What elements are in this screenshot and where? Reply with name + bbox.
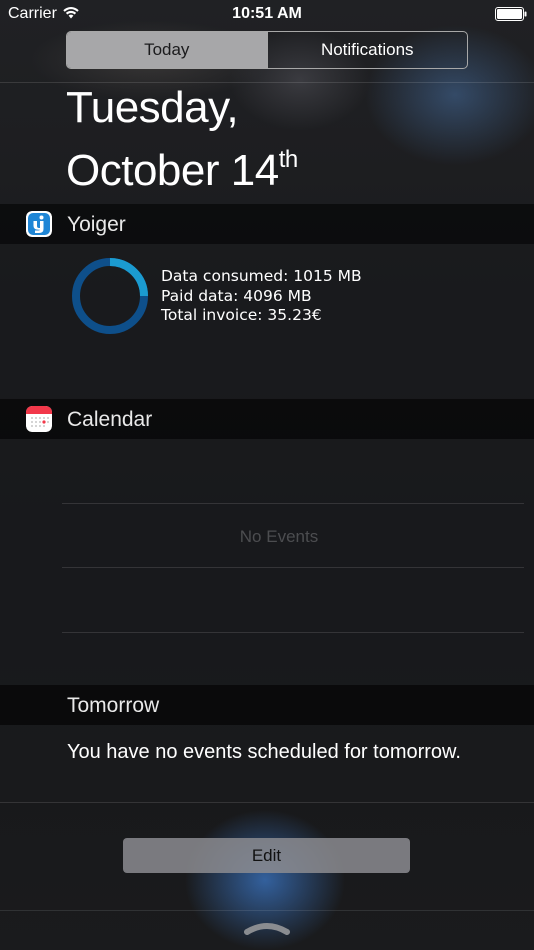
no-events-label: No Events [239,527,319,546]
widgets-bottom-divider [0,802,534,803]
tab-today[interactable]: Today [67,32,267,68]
footer-divider [0,910,534,911]
tomorrow-header: Tomorrow [0,685,534,725]
today-date: Tuesday, October 14th [66,82,298,197]
chevron-up-icon[interactable] [243,918,291,938]
total-invoice-line: Total invoice: 35.23€ [161,306,322,324]
data-consumed-line: Data consumed: 1015 MB [161,267,362,285]
date-month-day-line: October 14th [66,134,298,197]
yoiger-usage-summary: Data consumed: 1015 MB Paid data: 4096 M… [161,267,362,326]
tomorrow-title: Tomorrow [67,694,160,717]
battery-icon [495,7,527,26]
date-weekday: Tuesday, [66,83,239,132]
paid-data-line: Paid data: 4096 MB [161,286,312,305]
calendar-widget-header[interactable]: Calendar [0,399,534,439]
data-usage-ring [72,258,148,334]
yoiger-app-icon [26,211,52,237]
yoiger-widget-title: Yoiger [67,213,126,236]
calendar-widget-body [0,439,534,685]
calendar-app-icon [26,406,52,432]
status-bar: Carrier 10:51 AM [0,0,534,28]
usage-ring-consumed [109,258,148,297]
tab-notifications[interactable]: Notifications [266,32,468,68]
calendar-row-divider [62,632,524,633]
yoiger-widget-header[interactable]: Yoiger [0,204,534,244]
edit-button[interactable]: Edit [123,838,410,873]
tomorrow-message: You have no events scheduled for tomorro… [67,741,461,763]
today-notifications-segmented-control: Today Notifications [66,31,468,69]
date-month-day: October 14 [66,146,279,195]
status-time: 10:51 AM [232,5,302,22]
date-ordinal-suffix: th [278,146,299,173]
calendar-row-divider [62,503,524,504]
calendar-row-divider [62,567,524,568]
calendar-widget-title: Calendar [67,408,153,431]
